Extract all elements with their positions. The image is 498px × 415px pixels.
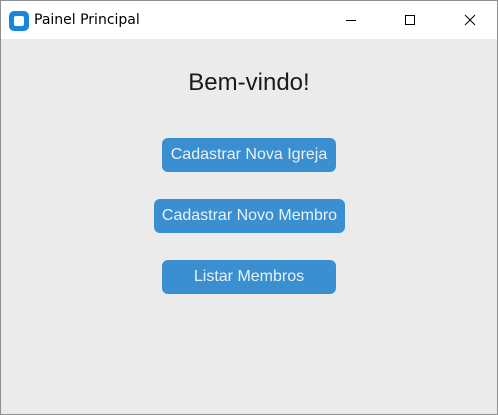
close-icon — [464, 14, 476, 26]
maximize-button[interactable] — [387, 1, 433, 39]
register-church-button[interactable]: Cadastrar Nova Igreja — [162, 138, 336, 172]
welcome-heading: Bem-vindo! — [188, 69, 310, 96]
minimize-icon — [346, 20, 356, 21]
list-members-button[interactable]: Listar Membros — [162, 260, 336, 294]
title-bar[interactable]: Painel Principal — [1, 1, 497, 39]
app-icon — [9, 11, 29, 31]
minimize-button[interactable] — [328, 1, 374, 39]
maximize-icon — [405, 15, 415, 25]
window-title: Painel Principal — [34, 12, 140, 28]
register-member-button[interactable]: Cadastrar Novo Membro — [154, 199, 345, 233]
app-window: Painel Principal Bem-vindo! Cadastrar No… — [0, 0, 498, 415]
main-panel: Bem-vindo! Cadastrar Nova Igreja Cadastr… — [1, 39, 497, 414]
close-button[interactable] — [447, 1, 493, 39]
